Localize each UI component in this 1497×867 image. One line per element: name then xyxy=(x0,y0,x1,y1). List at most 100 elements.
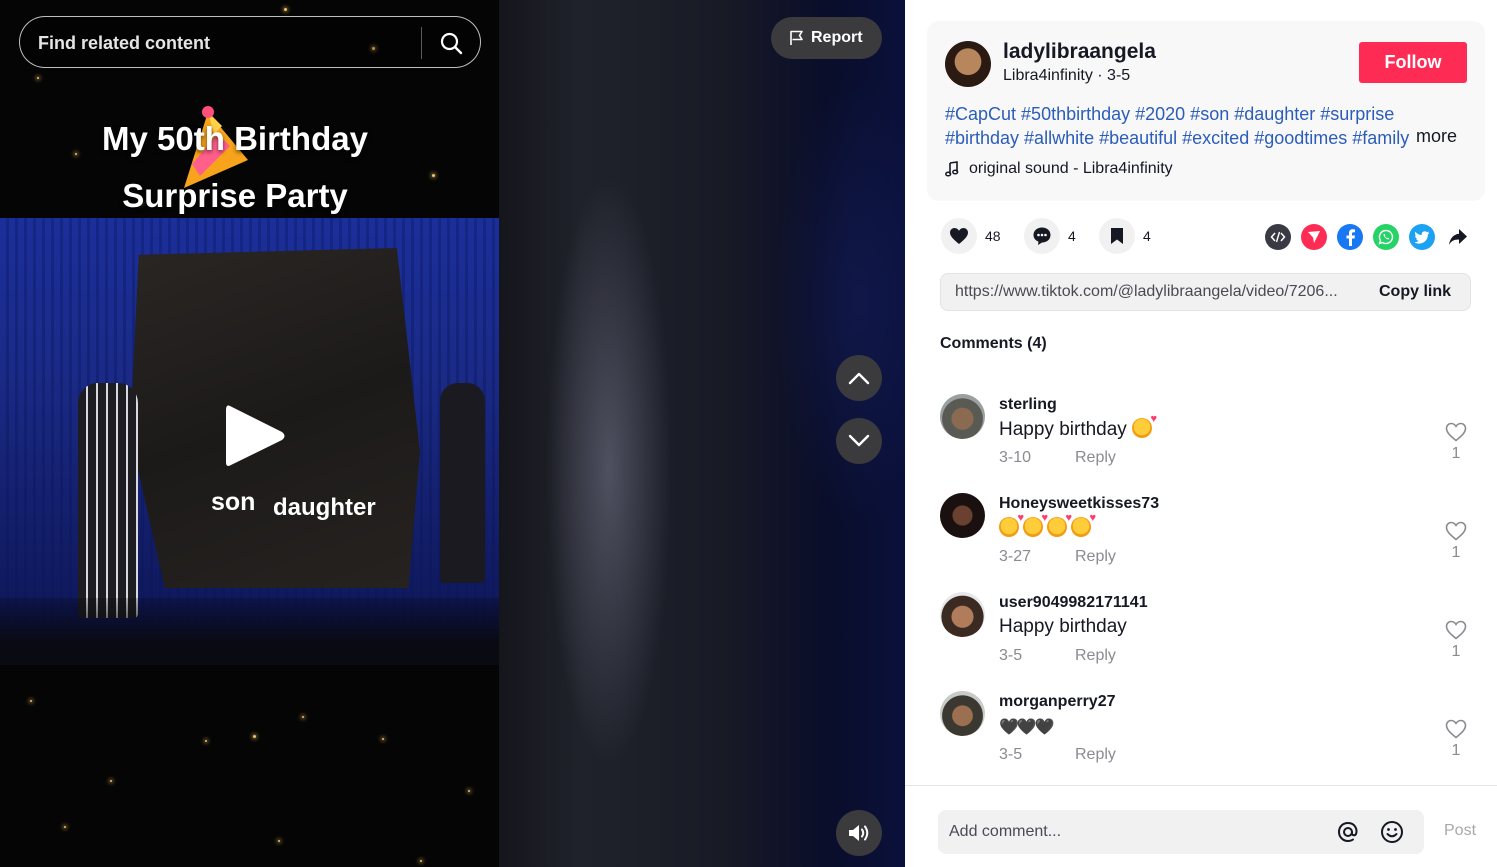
follow-button[interactable]: Follow xyxy=(1359,42,1467,83)
comment-composer xyxy=(938,810,1424,854)
search-bar xyxy=(19,16,481,68)
author-username[interactable]: ladylibraangela xyxy=(1003,40,1156,64)
facebook-icon xyxy=(1346,229,1355,246)
caption-more-link[interactable]: more xyxy=(1416,126,1457,147)
play-icon xyxy=(226,405,285,466)
comment-count: 4 xyxy=(1068,228,1076,244)
volume-icon xyxy=(849,825,869,841)
comment-date: 3-10 xyxy=(999,449,1032,466)
emoji-icon[interactable] xyxy=(1380,820,1404,844)
save-button[interactable] xyxy=(1099,218,1135,254)
side-panel: ladylibraangela Libra4infinity · 3-5 Fol… xyxy=(905,0,1497,867)
comment-reply-button[interactable]: Reply xyxy=(1075,746,1116,764)
previous-video-button[interactable] xyxy=(836,355,882,401)
comment-avatar[interactable] xyxy=(940,592,985,637)
heart-outline-icon[interactable] xyxy=(1445,620,1467,640)
comment-icon xyxy=(1033,227,1051,245)
comment-reply-button[interactable]: Reply xyxy=(1075,548,1116,566)
comment-username[interactable]: user9049982171141 xyxy=(999,594,1148,612)
volume-button[interactable] xyxy=(836,810,882,856)
search-input[interactable] xyxy=(38,29,418,57)
caption-hashtags-line2[interactable]: #birthday #allwhite #beautiful #excited … xyxy=(945,126,1415,150)
video-overlay-title: My 50th Birthday Surprise Party xyxy=(0,110,470,224)
comment-reply-button[interactable]: Reply xyxy=(1075,647,1116,665)
bookmark-icon xyxy=(1111,228,1123,244)
comment-date: 3-5 xyxy=(999,647,1023,664)
video-caption: #CapCut #50thbirthday #2020 #son #daught… xyxy=(945,102,1415,150)
author-card: ladylibraangela Libra4infinity · 3-5 Fol… xyxy=(927,21,1485,201)
video-link-text[interactable]: https://www.tiktok.com/@ladylibraangela/… xyxy=(955,283,1365,301)
copy-link-button[interactable]: Copy link xyxy=(1379,283,1451,301)
hearts-face-emoji xyxy=(1047,512,1072,537)
author-avatar[interactable] xyxy=(945,41,991,87)
hearts-face-emoji xyxy=(999,512,1024,537)
comment-avatar[interactable] xyxy=(940,394,985,439)
like-button[interactable] xyxy=(941,218,977,254)
video-frame[interactable]: My 50th Birthday Surprise Party son daug… xyxy=(0,0,499,867)
video-player[interactable]: My 50th Birthday Surprise Party son daug… xyxy=(0,0,905,867)
facebook-share-button[interactable] xyxy=(1337,224,1363,250)
send-icon xyxy=(1308,231,1320,243)
comment-date: 3-27 xyxy=(999,548,1032,565)
comment-like-count: 1 xyxy=(1451,742,1461,759)
embed-share-button[interactable] xyxy=(1265,224,1291,250)
comment-like-count: 1 xyxy=(1451,544,1461,561)
comment-like-count: 1 xyxy=(1451,445,1461,462)
video-title-line1: My 50th Birthday xyxy=(102,120,368,157)
comment-item: morganperry27 🖤🖤🖤 3-5 Reply 1 xyxy=(940,691,1480,781)
at-icon[interactable] xyxy=(1336,820,1360,844)
music-label: original sound - Libra4infinity xyxy=(969,160,1173,177)
comment-item: sterling Happy birthday 3-10 Reply 1 xyxy=(940,394,1480,484)
whatsapp-share-button[interactable] xyxy=(1373,224,1399,250)
twitter-share-button[interactable] xyxy=(1409,224,1435,250)
chevron-up-icon xyxy=(848,372,870,385)
comment-input[interactable] xyxy=(949,821,1319,843)
chevron-down-icon xyxy=(848,434,870,447)
comment-button[interactable] xyxy=(1024,218,1060,254)
comment-avatar[interactable] xyxy=(940,493,985,538)
comment-username[interactable]: morganperry27 xyxy=(999,693,1116,711)
comment-avatar[interactable] xyxy=(940,691,985,736)
hearts-face-emoji xyxy=(1071,512,1096,537)
hearts-face-emoji xyxy=(1132,413,1157,438)
whatsapp-icon xyxy=(1378,229,1394,245)
comments-header: Comments (4) xyxy=(940,335,1047,352)
play-button[interactable] xyxy=(222,402,288,470)
share-arrow-icon xyxy=(1449,229,1467,245)
heart-outline-icon[interactable] xyxy=(1445,521,1467,541)
person-left xyxy=(78,383,138,618)
heart-outline-icon[interactable] xyxy=(1445,422,1467,442)
post-button[interactable]: Post xyxy=(1444,822,1476,840)
search-divider xyxy=(421,27,422,59)
heart-outline-icon[interactable] xyxy=(1445,719,1467,739)
heart-icon xyxy=(950,228,968,244)
music-link[interactable]: original sound - Libra4infinity xyxy=(945,160,1173,178)
more-share-button[interactable] xyxy=(1445,224,1471,250)
save-count: 4 xyxy=(1143,228,1151,244)
next-video-button[interactable] xyxy=(836,418,882,464)
divider xyxy=(905,785,1497,786)
comment-username[interactable]: sterling xyxy=(999,396,1057,414)
video-label-daughter: daughter xyxy=(273,494,376,521)
embed-icon xyxy=(1270,231,1286,243)
copy-link-bar: https://www.tiktok.com/@ladylibraangela/… xyxy=(940,273,1471,311)
like-count: 48 xyxy=(985,228,1001,244)
comment-reply-button[interactable]: Reply xyxy=(1075,449,1116,467)
caption-hashtags-line1[interactable]: #CapCut #50thbirthday #2020 #son #daught… xyxy=(945,102,1415,126)
report-button[interactable]: Report xyxy=(771,17,882,59)
comment-date: 3-5 xyxy=(999,746,1023,763)
flag-icon xyxy=(790,30,803,45)
video-title-line2: Surprise Party xyxy=(122,177,348,214)
search-icon xyxy=(440,32,463,55)
comment-item: Honeysweetkisses73 3-27 Reply 1 xyxy=(940,493,1480,583)
twitter-icon xyxy=(1414,230,1430,244)
comment-text: Happy birthday xyxy=(999,616,1127,637)
comment-username[interactable]: Honeysweetkisses73 xyxy=(999,495,1159,513)
comment-stat: 4 xyxy=(1024,218,1076,254)
search-button[interactable] xyxy=(432,26,470,60)
comment-like-count: 1 xyxy=(1451,643,1461,660)
hearts-face-emoji xyxy=(1023,512,1048,537)
send-to-friends-button[interactable] xyxy=(1301,224,1327,250)
crowd xyxy=(0,598,499,665)
report-label: Report xyxy=(811,29,863,46)
